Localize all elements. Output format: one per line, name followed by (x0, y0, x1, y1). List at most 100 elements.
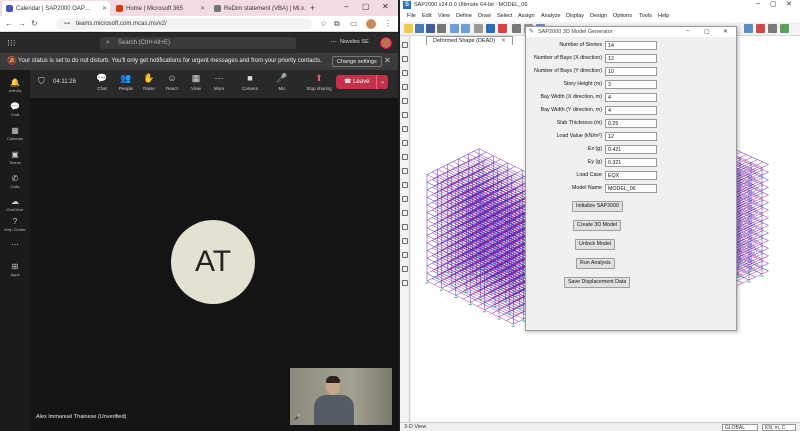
sidepanel-icon[interactable]: ▭ (350, 19, 358, 28)
ey-input[interactable] (605, 158, 657, 167)
menu-options[interactable]: Options (613, 13, 632, 19)
menu-select[interactable]: Select (497, 13, 512, 19)
bays-x-input[interactable] (605, 54, 657, 63)
rail-item-apps[interactable]: ⊞ Apps (0, 262, 30, 277)
menu-display[interactable]: Display (566, 13, 584, 19)
close-window-icon[interactable]: ✕ (382, 2, 389, 11)
rail-item-help[interactable]: ? Help Center (0, 217, 30, 232)
mic-control[interactable]: 🎤 Mic (270, 73, 294, 91)
draw-joint-icon[interactable] (402, 70, 408, 76)
self-view-video[interactable]: 🎤 (290, 368, 392, 425)
meeting-info-icon[interactable]: ⛉ (38, 76, 45, 87)
save-icon[interactable] (426, 24, 435, 33)
draw-area-icon[interactable] (402, 112, 408, 118)
lock-icon[interactable] (486, 24, 495, 33)
search-input[interactable]: ⌕ Search (Ctrl+Alt+E) (100, 37, 296, 49)
snap-lines-icon[interactable] (402, 266, 408, 272)
create-3d-model-button[interactable]: Create 3D Model (573, 220, 622, 231)
menu-tools[interactable]: Tools (639, 13, 652, 19)
leave-button[interactable]: ☎ Leave ⌄ (336, 75, 388, 89)
teams-more-icon[interactable]: ⋯ (330, 38, 337, 46)
slab-thickness-input[interactable] (605, 119, 657, 128)
close-tab-icon[interactable]: ✕ (102, 5, 107, 12)
menu-design[interactable]: Design (590, 13, 607, 19)
raise-control[interactable]: ✋ Raise (137, 73, 161, 91)
refresh-icon[interactable] (474, 24, 483, 33)
menu-analyze[interactable]: Analyze (541, 13, 561, 19)
run-analysis-button[interactable]: Run Analysis (576, 258, 615, 269)
minimize-icon[interactable]: – (344, 2, 348, 11)
browser-menu-icon[interactable]: ⋮ (384, 19, 392, 28)
dialog-maximize-icon[interactable]: ▢ (704, 28, 710, 35)
leave-options-chevron-icon[interactable]: ⌄ (376, 75, 388, 89)
camera-control[interactable]: ■ Camera (238, 73, 262, 91)
browser-tab-home[interactable]: Home | Microsoft 365 ✕ (112, 1, 208, 16)
close-tab-icon[interactable]: ✕ (300, 5, 305, 12)
dismiss-banner-icon[interactable]: ✕ (384, 56, 391, 65)
get-previous-icon[interactable] (402, 168, 408, 174)
user-avatar[interactable] (380, 37, 392, 49)
load-case-input[interactable] (605, 171, 657, 180)
open-icon[interactable] (415, 24, 424, 33)
people-control[interactable]: 👥 People (114, 73, 138, 91)
ex-input[interactable] (605, 145, 657, 154)
pointer-tool-icon[interactable] (402, 42, 408, 48)
stories-input[interactable] (605, 41, 657, 50)
maximize-icon[interactable]: ▢ (362, 2, 370, 11)
browser-profile-avatar[interactable] (366, 19, 376, 29)
url-input[interactable]: ⊶ teams.microsoft.com.mcas.ms/v2/ (56, 18, 312, 30)
snap-fine-icon[interactable] (402, 280, 408, 286)
menu-view[interactable]: View (438, 13, 450, 19)
draw-cable-icon[interactable] (402, 98, 408, 104)
change-settings-button[interactable]: Change settings (332, 56, 382, 67)
select-all-icon[interactable] (402, 154, 408, 160)
menu-file[interactable]: File (407, 13, 416, 19)
extensions-icon[interactable]: ⧉ (334, 19, 340, 29)
draw-rect-icon[interactable] (402, 140, 408, 146)
run-icon[interactable] (498, 24, 507, 33)
close-tab-icon[interactable]: ✕ (200, 5, 205, 12)
redo-icon[interactable] (461, 24, 470, 33)
reload-icon[interactable]: ↻ (31, 19, 38, 28)
view-control[interactable]: ▦ View (184, 73, 208, 91)
bay-width-x-input[interactable] (605, 93, 657, 102)
coord-system-select[interactable]: GLOBAL (722, 424, 758, 431)
print-icon[interactable] (437, 24, 446, 33)
save-displacement-data-button[interactable]: Save Displacement Data (564, 277, 631, 288)
sap-maximize-icon[interactable]: ▢ (770, 0, 777, 8)
pan-icon[interactable] (512, 24, 521, 33)
snap-intersect-icon[interactable] (402, 238, 408, 244)
unlock-model-button[interactable]: Unlock Model (575, 239, 616, 250)
story-height-input[interactable] (605, 80, 657, 89)
menu-help[interactable]: Help (658, 13, 669, 19)
clear-selection-icon[interactable] (402, 182, 408, 188)
app-launcher-icon[interactable]: ⁝⁝⁝ (7, 38, 16, 49)
sap-close-icon[interactable]: ✕ (786, 0, 792, 8)
display-icon[interactable] (744, 24, 753, 33)
menu-edit[interactable]: Edit (422, 13, 431, 19)
org-name[interactable]: Noveles SE (340, 39, 369, 45)
snap-perp-icon[interactable] (402, 252, 408, 258)
draw-frame-icon[interactable] (402, 84, 408, 90)
menu-draw[interactable]: Draw (478, 13, 491, 19)
reshape-tool-icon[interactable] (402, 56, 408, 62)
undo-icon[interactable] (450, 24, 459, 33)
forward-icon[interactable]: → (18, 19, 26, 28)
rail-item-calls[interactable]: ✆ Calls (0, 174, 30, 189)
rail-item-onedrive[interactable]: ☁ OneDrive (0, 197, 30, 212)
browser-tab-redim[interactable]: ReDim statement (VBA) | Mi… ✕ (210, 1, 308, 16)
bay-width-y-input[interactable] (605, 106, 657, 115)
rail-item-more[interactable]: ⋯ (0, 240, 30, 249)
react-control[interactable]: ☺ React (160, 73, 184, 91)
sap-minimize-icon[interactable]: – (756, 0, 760, 7)
back-icon[interactable]: ← (5, 19, 13, 28)
initialize-sap2000-button[interactable]: Initialize SAP2000 (572, 201, 623, 212)
snap-ends-icon[interactable] (402, 224, 408, 230)
menu-define[interactable]: Define (456, 13, 472, 19)
rail-item-activity[interactable]: 🔔 Activity (0, 78, 30, 93)
rail-item-calendar[interactable]: ▦ Calendar (0, 126, 30, 141)
share-control[interactable]: ⬆ Stop sharing (304, 73, 334, 91)
more-control[interactable]: ⋯ More (207, 73, 231, 91)
units-select[interactable]: KN, m, C (762, 424, 796, 431)
load-value-input[interactable] (605, 132, 657, 141)
